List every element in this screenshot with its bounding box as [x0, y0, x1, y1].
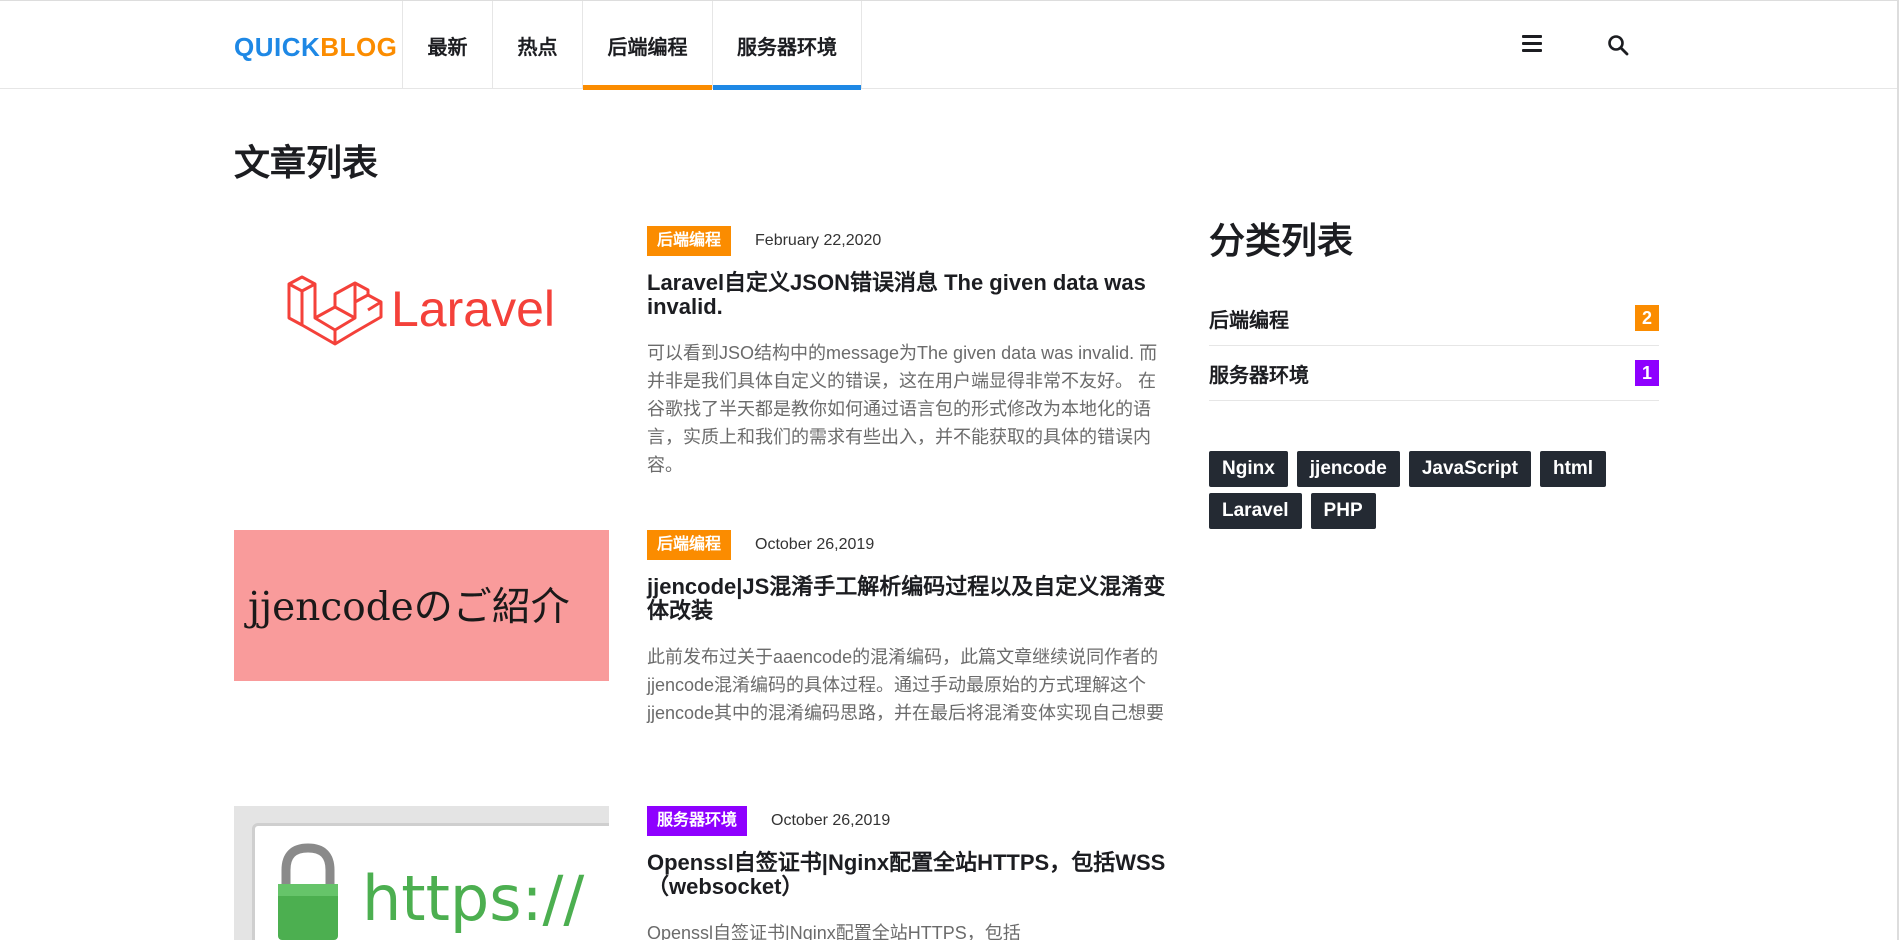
nav-item-label: 后端编程	[607, 36, 688, 59]
logo-quick: QUICK	[234, 32, 321, 62]
post-excerpt: 可以看到JSO结构中的message为The given data was in…	[647, 343, 1158, 475]
category-item-backend[interactable]: 后端编程 2	[1209, 291, 1659, 346]
tag-php[interactable]: PHP	[1310, 493, 1376, 529]
https-thumb-text: https://	[362, 862, 585, 935]
post-title[interactable]: Openssl自签证书|Nginx配置全站HTTPS，包括WSS（websock…	[647, 851, 1167, 899]
post-date: February 22,2020	[755, 232, 882, 249]
nav-item-server[interactable]: 服务器环境	[712, 1, 862, 90]
nav-item-label: 服务器环境	[737, 36, 837, 59]
search-icon[interactable]	[1607, 34, 1629, 56]
post-title[interactable]: jjencode|JS混淆手工解析编码过程以及自定义混淆变体改装	[647, 575, 1167, 623]
nav-item-label: 热点	[517, 36, 558, 59]
category-name: 后端编程	[1209, 309, 1289, 332]
post-category-badge[interactable]: 服务器环境	[647, 806, 748, 836]
nav-item-hot[interactable]: 热点	[492, 1, 582, 89]
category-name: 服务器环境	[1209, 364, 1309, 387]
post-thumbnail[interactable]: Laravel	[234, 226, 609, 377]
laravel-logo-text: Laravel	[391, 281, 555, 337]
post-date: October 26,2019	[771, 812, 891, 829]
nav-active-underline	[583, 85, 712, 90]
hamburger-menu-icon[interactable]	[1522, 35, 1542, 55]
tag-html[interactable]: html	[1539, 451, 1607, 487]
tag-cloud: Nginx jjencode JavaScript html Laravel P…	[1209, 451, 1669, 535]
nav-active-underline	[713, 85, 861, 90]
tag-laravel[interactable]: Laravel	[1209, 493, 1302, 529]
logo-blog: BLOG	[320, 32, 398, 62]
tag-javascript[interactable]: JavaScript	[1408, 451, 1531, 487]
top-navbar: QUICKBLOG 最新 热点 后端编程 服务器环境	[0, 0, 1899, 90]
post-date: October 26,2019	[755, 536, 875, 553]
site-logo[interactable]: QUICKBLOG	[234, 32, 397, 63]
category-count-badge: 2	[1635, 305, 1659, 331]
laravel-logo-image: Laravel	[234, 226, 609, 377]
post-excerpt: Openssl自签证书|Nginx配置全站HTTPS，包括	[647, 923, 1021, 940]
category-list: 后端编程 2 服务器环境 1	[1209, 291, 1659, 401]
jjencode-thumb-text: jjencodeのご紹介	[248, 585, 570, 630]
post-thumbnail[interactable]: jjencodeのご紹介	[234, 530, 609, 681]
page-title: 文章列表	[234, 142, 379, 183]
category-count-badge: 1	[1635, 360, 1659, 386]
post-category-badge[interactable]: 后端编程	[647, 530, 732, 560]
nav-item-backend[interactable]: 后端编程	[582, 1, 712, 90]
sidebar-title: 分类列表	[1209, 220, 1354, 261]
tag-nginx[interactable]: Nginx	[1209, 451, 1288, 487]
post-excerpt: 此前发布过关于aaencode的混淆编码，此篇文章继续说同作者的jjencode…	[647, 647, 1165, 723]
nav-item-label: 最新	[427, 36, 468, 59]
main-nav: 最新 热点 后端编程 服务器环境	[402, 1, 862, 90]
category-item-server[interactable]: 服务器环境 1	[1209, 346, 1659, 401]
tag-jjencode[interactable]: jjencode	[1296, 451, 1400, 487]
post-category-badge[interactable]: 后端编程	[647, 226, 732, 256]
post-thumbnail[interactable]: https://	[234, 806, 609, 940]
post-title[interactable]: Laravel自定义JSON错误消息 The given data was in…	[647, 271, 1167, 319]
nav-item-latest[interactable]: 最新	[402, 1, 492, 89]
